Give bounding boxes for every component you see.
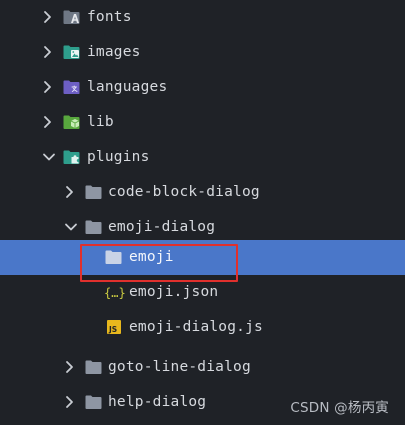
chevron-down-icon[interactable] [62, 218, 78, 236]
tree-item-label: help-dialog [108, 394, 207, 410]
tree-item-label: emoji [129, 249, 174, 265]
svg-text:{…}: {…} [104, 286, 126, 300]
file-explorer-tree: fonts images languages lib plugins code-… [0, 0, 405, 425]
tree-item-emoji-dialog-js[interactable]: JS emoji-dialog.js [0, 310, 405, 345]
tree-item-label: emoji-dialog.js [129, 319, 263, 335]
csdn-watermark: CSDN @杨丙寅 [290, 400, 389, 416]
tree-item-label: languages [87, 79, 168, 95]
folder-open-icon [85, 219, 102, 235]
folder-icon [85, 394, 102, 410]
chevron-right-icon[interactable] [40, 78, 56, 96]
tree-item-label: code-block-dialog [108, 184, 260, 200]
tree-item-label: images [87, 44, 141, 60]
tree-item-lib[interactable]: lib [0, 105, 405, 140]
folder-icon [85, 184, 102, 200]
json-file-icon: {…} [104, 284, 126, 300]
tree-item-fonts[interactable]: fonts [0, 0, 405, 35]
lib-folder-icon [63, 114, 80, 130]
chevron-right-icon[interactable] [40, 8, 56, 26]
languages-folder-icon [63, 79, 80, 95]
tree-item-goto-line-dialog[interactable]: goto-line-dialog [0, 350, 405, 385]
tree-item-label: emoji-dialog [108, 219, 216, 235]
tree-item-label: plugins [87, 149, 150, 165]
tree-item-label: emoji.json [129, 284, 219, 300]
js-file-icon: JS [106, 319, 123, 335]
chevron-right-icon[interactable] [62, 393, 78, 411]
chevron-right-icon[interactable] [40, 113, 56, 131]
tree-item-label: fonts [87, 9, 132, 25]
plugins-folder-icon [63, 149, 80, 165]
chevron-right-icon[interactable] [62, 183, 78, 201]
folder-icon [105, 249, 122, 265]
tree-item-label: lib [87, 114, 114, 130]
folder-icon [85, 359, 102, 375]
tree-item-label: goto-line-dialog [108, 359, 251, 375]
images-folder-icon [63, 44, 80, 60]
svg-text:JS: JS [108, 325, 117, 334]
tree-item-languages[interactable]: languages [0, 70, 405, 105]
chevron-right-icon[interactable] [40, 43, 56, 61]
tree-item-images[interactable]: images [0, 35, 405, 70]
chevron-right-icon[interactable] [62, 358, 78, 376]
tree-item-emoji-json[interactable]: {…} emoji.json [0, 275, 405, 310]
chevron-down-icon[interactable] [40, 148, 56, 166]
tree-item-emoji[interactable]: emoji [0, 240, 405, 275]
tree-item-code-block-dialog[interactable]: code-block-dialog [0, 175, 405, 210]
font-folder-icon [63, 9, 80, 25]
tree-item-plugins[interactable]: plugins [0, 140, 405, 175]
